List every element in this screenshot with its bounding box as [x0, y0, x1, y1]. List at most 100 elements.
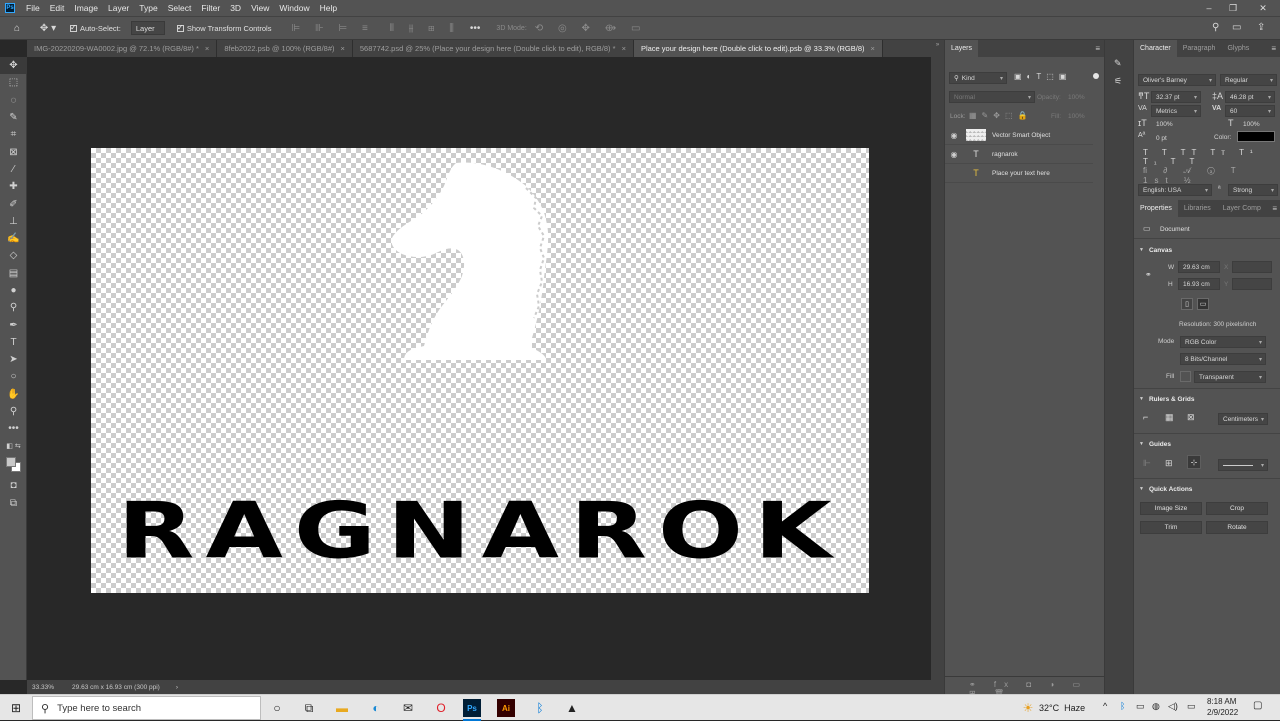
canvas-y-field[interactable]: [1232, 278, 1272, 290]
task-view-icon[interactable]: ⧉: [298, 698, 320, 718]
eraser-tool-icon[interactable]: ◇: [0, 247, 27, 264]
menu-filter[interactable]: Filter: [196, 3, 225, 13]
tracking-field[interactable]: 60 ▾: [1225, 105, 1275, 117]
menu-view[interactable]: View: [246, 3, 274, 13]
visibility-eye-icon[interactable]: ◉: [945, 150, 963, 159]
opacity-value[interactable]: 100%: [1068, 94, 1085, 101]
panel-menu-icon[interactable]: ≡: [1271, 44, 1276, 53]
crop-tool-icon[interactable]: ⌗: [0, 126, 27, 143]
opera-browser-icon[interactable]: O: [430, 698, 452, 718]
baseline-shift-field[interactable]: 0 pt: [1151, 132, 1201, 144]
weather-icon[interactable]: ☀: [1020, 698, 1036, 718]
menu-type[interactable]: Type: [134, 3, 162, 13]
clock-time[interactable]: 8:18 AM: [1207, 697, 1236, 706]
hand-tool-icon[interactable]: ✋: [0, 386, 27, 403]
move-tool-preset-icon[interactable]: ✥ ▾: [34, 23, 62, 34]
bluetooth-app-icon[interactable]: ᛒ: [529, 698, 551, 718]
pen-tool-icon[interactable]: ✒: [0, 316, 27, 333]
auto-select-checkbox[interactable]: [70, 23, 80, 32]
tab-paragraph[interactable]: Paragraph: [1177, 40, 1222, 57]
swap-colors-icon[interactable]: ◧ ⇆: [0, 438, 27, 455]
tab-character[interactable]: Character: [1134, 40, 1177, 57]
rulers-grids-section-header[interactable]: ▼ Rulers & Grids: [1134, 393, 1280, 405]
opentype-icons[interactable]: ﬁ ∂ 𝒜 ⓐ T 1st ½: [1143, 166, 1280, 185]
lasso-tool-icon[interactable]: ◌: [0, 92, 27, 109]
path-select-tool-icon[interactable]: ➤: [0, 351, 27, 368]
windows-start-icon[interactable]: ⊞: [5, 698, 27, 718]
antialias-dropdown[interactable]: Strong ▾: [1228, 184, 1278, 196]
auto-select-target-dropdown[interactable]: Layer: [130, 21, 165, 35]
tab-8feb2022[interactable]: 8feb2022.psb @ 100% (RGB/8#) ×: [217, 40, 353, 57]
guide-color-dropdown[interactable]: ▾: [1218, 459, 1268, 471]
tab-close-icon[interactable]: ×: [205, 44, 209, 53]
quick-actions-section-header[interactable]: ▼ Quick Actions: [1134, 483, 1280, 495]
history-brush-tool-icon[interactable]: ✍: [0, 230, 27, 247]
canvas-width-field[interactable]: 29.63 cm: [1178, 261, 1220, 273]
minimize-button[interactable]: –: [1198, 0, 1220, 16]
notifications-icon[interactable]: ▢: [1253, 700, 1262, 711]
fill-value[interactable]: 100%: [1068, 113, 1085, 120]
frame-tool-icon[interactable]: ⊠: [0, 143, 27, 160]
menu-edit[interactable]: Edit: [45, 3, 70, 13]
leading-field[interactable]: 46.28 pt ▾: [1225, 91, 1275, 103]
layer-row-ragnarok[interactable]: ◉ T ragnarok: [945, 145, 1093, 164]
grid-icon[interactable]: ▦: [1165, 412, 1174, 423]
search-icon[interactable]: ⚲: [1212, 22, 1219, 33]
tab-layer-comp[interactable]: Layer Comp: [1217, 200, 1267, 217]
tab-libraries[interactable]: Libraries: [1178, 200, 1217, 217]
guides-section-header[interactable]: ▼ Guides: [1134, 438, 1280, 450]
language-dropdown[interactable]: English: USA ▾: [1138, 184, 1212, 196]
tab-layers[interactable]: Layers: [945, 40, 979, 57]
canvas-section-header[interactable]: ▼ Canvas: [1134, 244, 1280, 256]
file-explorer-icon[interactable]: ▬: [331, 698, 353, 718]
dodge-tool-icon[interactable]: ⚲: [0, 299, 27, 316]
fill-swatch[interactable]: [1180, 371, 1191, 382]
fill-dropdown[interactable]: Transparent ▾: [1194, 371, 1266, 383]
weather-text[interactable]: 32°C Haze: [1039, 703, 1085, 713]
tab-5687742[interactable]: 5687742.psd @ 25% (Place your design her…: [353, 40, 634, 57]
type-tool-icon[interactable]: T: [0, 334, 27, 351]
brush-settings-icon[interactable]: ✎: [1114, 58, 1122, 69]
color-mode-dropdown[interactable]: RGB Color ▾: [1180, 336, 1266, 348]
close-window-button[interactable]: ✕: [1252, 0, 1274, 16]
font-style-dropdown[interactable]: Regular ▾: [1220, 74, 1277, 86]
photos-app-icon[interactable]: ▲: [561, 698, 583, 718]
link-dimensions-icon[interactable]: ⚭: [1145, 270, 1152, 279]
layer-filter-icons[interactable]: ▣◐T⬚▣: [1014, 72, 1071, 81]
tab-close-icon[interactable]: ×: [341, 44, 345, 53]
ruler-units-dropdown[interactable]: Centimeters ▾: [1218, 413, 1268, 425]
guides-lock-icon[interactable]: ⊩: [1143, 458, 1151, 469]
lock-icons[interactable]: ▦✎✥⬚🔒: [969, 111, 1032, 120]
status-menu-arrow[interactable]: ›: [176, 684, 178, 691]
more-options-icon[interactable]: •••: [470, 23, 481, 34]
panel-collapse-strip[interactable]: »: [931, 40, 944, 694]
zoom-tool-icon[interactable]: ⚲: [0, 403, 27, 420]
font-family-dropdown[interactable]: Oliver's Barney ▾: [1138, 74, 1216, 86]
tab-img-20220209[interactable]: IMG-20220209-WA0002.jpg @ 72.1% (RGB/8#)…: [27, 40, 218, 57]
bit-depth-dropdown[interactable]: 8 Bits/Channel ▾: [1180, 353, 1266, 365]
zoom-level[interactable]: 33.33%: [32, 684, 54, 691]
canvas-area[interactable]: RAGNAROK: [27, 57, 931, 680]
distribute-icons[interactable]: ⫴ ⫵ ⊞ ⫼: [390, 23, 460, 34]
cortana-icon[interactable]: ○: [266, 698, 288, 718]
menu-window[interactable]: Window: [274, 3, 314, 13]
edge-browser-icon[interactable]: ◐: [365, 698, 387, 718]
healing-brush-tool-icon[interactable]: ✚: [0, 178, 27, 195]
panel-menu-icon[interactable]: ≡: [1272, 204, 1277, 213]
gradient-tool-icon[interactable]: ▤: [0, 265, 27, 282]
horizontal-scale-field[interactable]: 100%: [1238, 118, 1278, 130]
color-swatches[interactable]: [4, 455, 23, 474]
volume-icon[interactable]: ◁): [1168, 701, 1178, 712]
tab-glyphs[interactable]: Glyphs: [1221, 40, 1255, 57]
panel-menu-icon[interactable]: ≡: [1095, 44, 1100, 53]
network-icon[interactable]: ◍: [1152, 701, 1160, 712]
blend-mode-dropdown[interactable]: Normal ▾: [949, 91, 1035, 103]
text-style-icons[interactable]: T T TT Tт T¹ T₁ T T: [1143, 148, 1280, 166]
home-icon[interactable]: ⌂: [6, 23, 28, 34]
filter-toggle-icon[interactable]: [1093, 73, 1099, 79]
tab-place-your-design[interactable]: Place your design here (Double click to …: [633, 40, 883, 57]
image-size-button[interactable]: Image Size: [1140, 502, 1202, 515]
clock-date[interactable]: 2/9/2022: [1207, 708, 1238, 717]
menu-3d[interactable]: 3D: [225, 3, 246, 13]
language-icon[interactable]: ▭: [1187, 701, 1196, 712]
